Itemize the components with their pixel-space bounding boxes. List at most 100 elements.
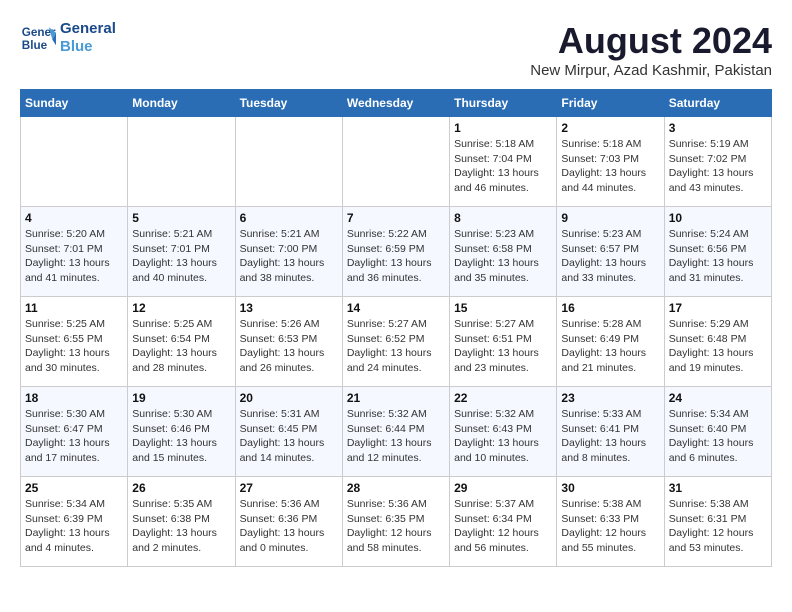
day-number: 20 [240,391,338,405]
calendar-cell: 27 Sunrise: 5:36 AM Sunset: 6:36 PM Dayli… [235,477,342,567]
day-number: 13 [240,301,338,315]
day-number: 29 [454,481,552,495]
day-number: 5 [132,211,230,225]
logo-line2: Blue [60,38,116,56]
day-detail: Sunrise: 5:26 AM Sunset: 6:53 PM Dayligh… [240,317,338,376]
title-block: August 2024 New Mirpur, Azad Kashmir, Pa… [530,20,772,79]
day-number: 30 [561,481,659,495]
calendar-cell: 11 Sunrise: 5:25 AM Sunset: 6:55 PM Dayli… [21,297,128,387]
day-number: 28 [347,481,445,495]
calendar-cell: 5 Sunrise: 5:21 AM Sunset: 7:01 PM Daylig… [128,207,235,297]
calendar-cell: 19Sunrise: 5:30 AM Sunset: 6:46 PM Dayli… [128,387,235,477]
calendar-cell: 10Sunrise: 5:24 AM Sunset: 6:56 PM Dayli… [664,207,771,297]
column-header-friday: Friday [557,90,664,117]
day-detail: Sunrise: 5:22 AM Sunset: 6:59 PM Dayligh… [347,227,445,286]
day-number: 21 [347,391,445,405]
day-number: 15 [454,301,552,315]
day-number: 6 [240,211,338,225]
day-number: 3 [669,121,767,135]
column-header-tuesday: Tuesday [235,90,342,117]
day-detail: Sunrise: 5:29 AM Sunset: 6:48 PM Dayligh… [669,317,767,376]
calendar-cell: 2 Sunrise: 5:18 AM Sunset: 7:03 PM Daylig… [557,117,664,207]
day-number: 9 [561,211,659,225]
calendar-week-row: 11 Sunrise: 5:25 AM Sunset: 6:55 PM Dayli… [21,297,772,387]
day-detail: Sunrise: 5:21 AM Sunset: 7:00 PM Dayligh… [240,227,338,286]
day-detail: Sunrise: 5:18 AM Sunset: 7:04 PM Dayligh… [454,137,552,196]
day-number: 23 [561,391,659,405]
day-detail: Sunrise: 5:36 AM Sunset: 6:36 PM Dayligh… [240,497,338,556]
day-number: 11 [25,301,123,315]
day-detail: Sunrise: 5:30 AM Sunset: 6:47 PM Dayligh… [25,407,123,466]
calendar-cell: 9 Sunrise: 5:23 AM Sunset: 6:57 PM Daylig… [557,207,664,297]
month-year: August 2024 [530,20,772,62]
day-detail: Sunrise: 5:24 AM Sunset: 6:56 PM Dayligh… [669,227,767,286]
calendar-cell: 13 Sunrise: 5:26 AM Sunset: 6:53 PM Dayli… [235,297,342,387]
day-detail: Sunrise: 5:18 AM Sunset: 7:03 PM Dayligh… [561,137,659,196]
day-number: 24 [669,391,767,405]
logo: General Blue General Blue [20,20,116,56]
column-header-sunday: Sunday [21,90,128,117]
day-detail: Sunrise: 5:35 AM Sunset: 6:38 PM Dayligh… [132,497,230,556]
calendar-cell: 8Sunrise: 5:23 AM Sunset: 6:58 PM Daylig… [450,207,557,297]
day-detail: Sunrise: 5:19 AM Sunset: 7:02 PM Dayligh… [669,137,767,196]
day-detail: Sunrise: 5:32 AM Sunset: 6:43 PM Dayligh… [454,407,552,466]
column-header-monday: Monday [128,90,235,117]
calendar-cell [128,117,235,207]
logo-line1: General [60,20,116,38]
calendar-cell: 1 Sunrise: 5:18 AM Sunset: 7:04 PM Daylig… [450,117,557,207]
calendar-cell: 29 Sunrise: 5:37 AM Sunset: 6:34 PM Dayli… [450,477,557,567]
day-number: 25 [25,481,123,495]
day-number: 2 [561,121,659,135]
column-header-wednesday: Wednesday [342,90,449,117]
logo-icon: General Blue [20,20,56,56]
day-number: 1 [454,121,552,135]
calendar-cell [21,117,128,207]
calendar-cell: 3 Sunrise: 5:19 AM Sunset: 7:02 PM Daylig… [664,117,771,207]
day-detail: Sunrise: 5:37 AM Sunset: 6:34 PM Dayligh… [454,497,552,556]
day-number: 7 [347,211,445,225]
calendar-cell: 4 Sunrise: 5:20 AM Sunset: 7:01 PM Daylig… [21,207,128,297]
calendar-cell: 24 Sunrise: 5:34 AM Sunset: 6:40 PM Dayli… [664,387,771,477]
day-detail: Sunrise: 5:30 AM Sunset: 6:46 PM Dayligh… [132,407,230,466]
calendar-cell: 17Sunrise: 5:29 AM Sunset: 6:48 PM Dayli… [664,297,771,387]
day-detail: Sunrise: 5:34 AM Sunset: 6:40 PM Dayligh… [669,407,767,466]
calendar: SundayMondayTuesdayWednesdayThursdayFrid… [20,89,772,567]
day-detail: Sunrise: 5:27 AM Sunset: 6:52 PM Dayligh… [347,317,445,376]
day-detail: Sunrise: 5:23 AM Sunset: 6:57 PM Dayligh… [561,227,659,286]
day-detail: Sunrise: 5:25 AM Sunset: 6:55 PM Dayligh… [25,317,123,376]
day-number: 27 [240,481,338,495]
page-header: General Blue General Blue August 2024 Ne… [20,20,772,79]
day-detail: Sunrise: 5:28 AM Sunset: 6:49 PM Dayligh… [561,317,659,376]
calendar-cell: 6 Sunrise: 5:21 AM Sunset: 7:00 PM Daylig… [235,207,342,297]
calendar-cell: 15 Sunrise: 5:27 AM Sunset: 6:51 PM Dayli… [450,297,557,387]
calendar-week-row: 25Sunrise: 5:34 AM Sunset: 6:39 PM Dayli… [21,477,772,567]
calendar-cell: 22 Sunrise: 5:32 AM Sunset: 6:43 PM Dayli… [450,387,557,477]
calendar-cell [342,117,449,207]
calendar-week-row: 18Sunrise: 5:30 AM Sunset: 6:47 PM Dayli… [21,387,772,477]
day-number: 4 [25,211,123,225]
day-detail: Sunrise: 5:36 AM Sunset: 6:35 PM Dayligh… [347,497,445,556]
calendar-cell: 7 Sunrise: 5:22 AM Sunset: 6:59 PM Daylig… [342,207,449,297]
day-detail: Sunrise: 5:38 AM Sunset: 6:31 PM Dayligh… [669,497,767,556]
day-detail: Sunrise: 5:23 AM Sunset: 6:58 PM Dayligh… [454,227,552,286]
calendar-header-row: SundayMondayTuesdayWednesdayThursdayFrid… [21,90,772,117]
day-detail: Sunrise: 5:21 AM Sunset: 7:01 PM Dayligh… [132,227,230,286]
day-number: 14 [347,301,445,315]
calendar-cell: 12Sunrise: 5:25 AM Sunset: 6:54 PM Dayli… [128,297,235,387]
day-detail: Sunrise: 5:25 AM Sunset: 6:54 PM Dayligh… [132,317,230,376]
calendar-cell: 21 Sunrise: 5:32 AM Sunset: 6:44 PM Dayli… [342,387,449,477]
day-detail: Sunrise: 5:20 AM Sunset: 7:01 PM Dayligh… [25,227,123,286]
column-header-saturday: Saturday [664,90,771,117]
calendar-cell: 28 Sunrise: 5:36 AM Sunset: 6:35 PM Dayli… [342,477,449,567]
day-number: 22 [454,391,552,405]
day-detail: Sunrise: 5:33 AM Sunset: 6:41 PM Dayligh… [561,407,659,466]
calendar-cell: 14 Sunrise: 5:27 AM Sunset: 6:52 PM Dayli… [342,297,449,387]
column-header-thursday: Thursday [450,90,557,117]
day-detail: Sunrise: 5:32 AM Sunset: 6:44 PM Dayligh… [347,407,445,466]
calendar-cell: 18Sunrise: 5:30 AM Sunset: 6:47 PM Dayli… [21,387,128,477]
day-detail: Sunrise: 5:27 AM Sunset: 6:51 PM Dayligh… [454,317,552,376]
calendar-cell [235,117,342,207]
calendar-cell: 26Sunrise: 5:35 AM Sunset: 6:38 PM Dayli… [128,477,235,567]
svg-text:Blue: Blue [22,39,48,52]
calendar-cell: 23 Sunrise: 5:33 AM Sunset: 6:41 PM Dayli… [557,387,664,477]
